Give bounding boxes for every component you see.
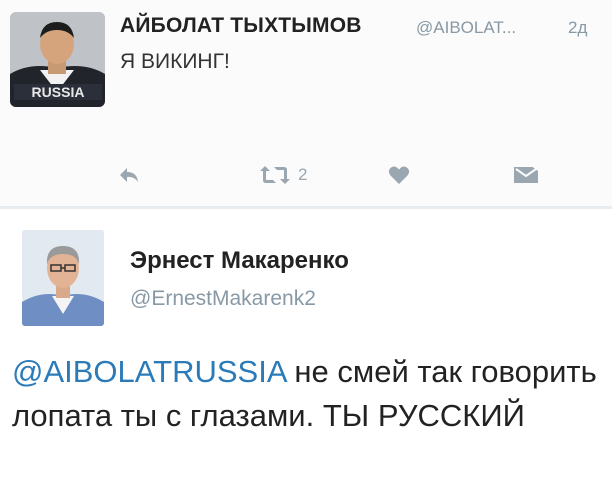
direct-message-button[interactable] bbox=[513, 160, 539, 190]
like-button[interactable] bbox=[388, 160, 410, 190]
author-handle[interactable]: @ErnestMakarenk2 bbox=[130, 287, 316, 311]
avatar[interactable]: RUSSIA bbox=[10, 12, 105, 107]
avatar-photo bbox=[22, 230, 104, 326]
author-name[interactable]: Эрнест Макаренко bbox=[130, 247, 349, 275]
retweet-count: 2 bbox=[298, 165, 308, 184]
author-name[interactable]: АЙБОЛАТ ТЫХТЫМОВ bbox=[120, 14, 362, 38]
author-handle[interactable]: @AIBOLAT... bbox=[416, 18, 516, 38]
reply-icon bbox=[120, 168, 138, 182]
direct-message-icon bbox=[514, 165, 538, 183]
tweet-card: RUSSIA АЙБОЛАТ ТЫХТЫМОВ @AIBOLAT... 2д Я… bbox=[0, 0, 612, 206]
avatar[interactable] bbox=[22, 230, 104, 326]
tweet-divider bbox=[0, 206, 612, 209]
tweet-text: @AIBOLATRUSSIA не смей так говорить лопа… bbox=[12, 350, 602, 438]
reply-button[interactable] bbox=[118, 160, 140, 190]
tweet-text: Я ВИКИНГ! bbox=[120, 50, 230, 73]
avatar-shirt-text: RUSSIA bbox=[32, 84, 85, 100]
retweet-icon bbox=[260, 166, 290, 184]
tweet-actions: 2 bbox=[0, 160, 612, 194]
heart-icon bbox=[388, 166, 410, 184]
mention-link[interactable]: @AIBOLATRUSSIA bbox=[12, 354, 286, 389]
tweet-timestamp[interactable]: 2д bbox=[568, 18, 587, 38]
avatar-photo: RUSSIA bbox=[10, 12, 105, 107]
retweet-button[interactable]: 2 bbox=[260, 160, 307, 190]
